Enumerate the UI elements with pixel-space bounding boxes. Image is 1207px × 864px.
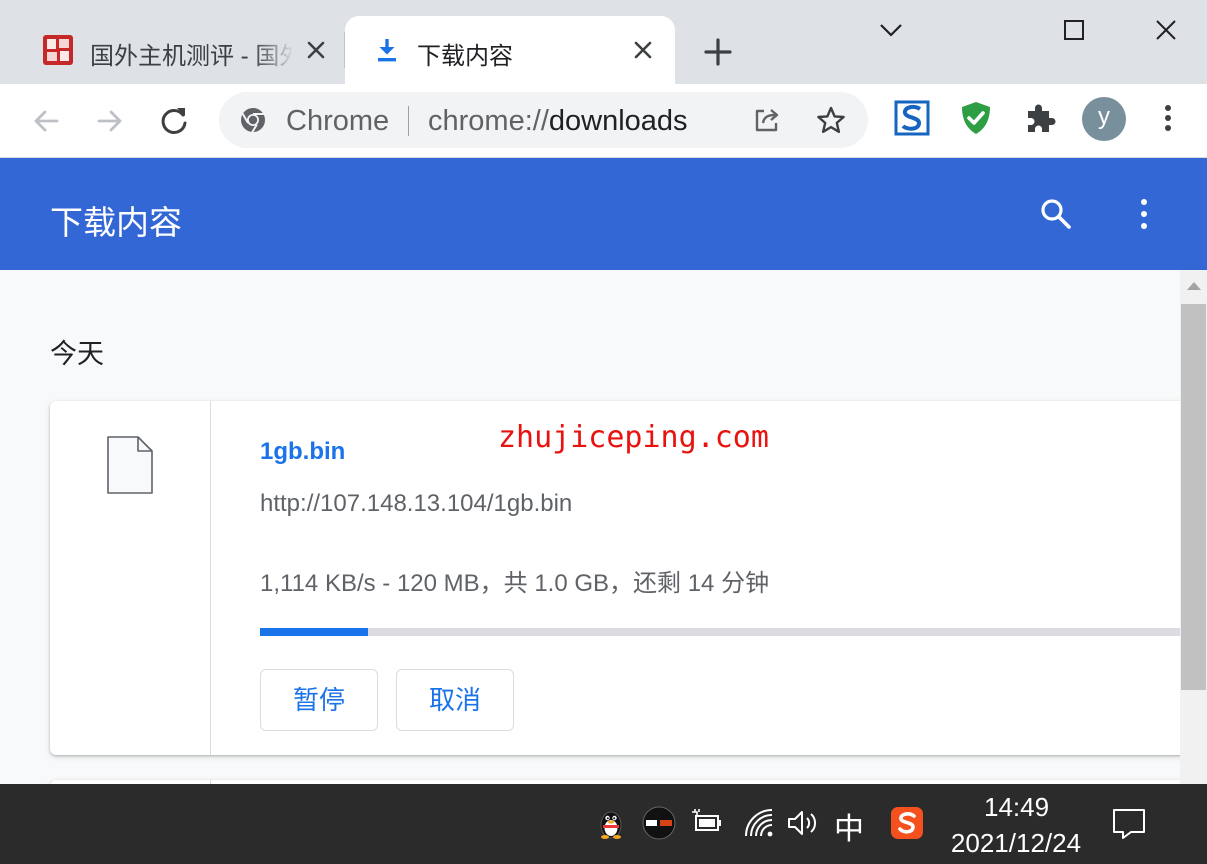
more-vertical-icon[interactable] [1150, 100, 1186, 136]
tab-title: 国外主机测评 - 国外 [90, 43, 294, 70]
progress-fill [260, 628, 368, 636]
cancel-button[interactable]: 取消 [396, 669, 514, 731]
scrollbar-thumb[interactable] [1181, 304, 1206, 690]
ime-language-indicator[interactable]: 中 [834, 804, 864, 848]
tab-downloads[interactable]: 下载内容 [345, 16, 675, 84]
share-icon[interactable] [751, 104, 783, 136]
page-scrollbar[interactable] [1180, 270, 1207, 784]
notification-center-icon[interactable] [1111, 806, 1147, 842]
extensions-puzzle-icon[interactable] [1022, 100, 1058, 136]
omnibox-separator [408, 106, 409, 136]
reload-icon[interactable] [157, 104, 191, 138]
profile-avatar[interactable]: y [1082, 97, 1126, 141]
card-divider [210, 401, 211, 755]
tab-title: 下载内容 [417, 43, 513, 70]
sogou-input-icon[interactable] [890, 806, 924, 840]
close-icon[interactable] [302, 36, 330, 64]
more-vertical-icon[interactable] [1128, 196, 1160, 232]
forward-arrow-icon[interactable] [93, 104, 127, 138]
zhuji-app-icon[interactable] [642, 806, 676, 840]
wifi-icon[interactable] [742, 806, 776, 840]
download-progress-bar [260, 628, 1180, 636]
new-tab-plus-icon[interactable] [700, 34, 736, 70]
tab-strip: 国外主机测评 - 国外 下载内容 [0, 0, 1207, 84]
site-chip-label: Chrome [286, 105, 390, 137]
back-arrow-icon[interactable] [29, 104, 63, 138]
tab-zhujiceping[interactable]: 国外主机测评 - 国外 [0, 16, 345, 84]
maximize-icon[interactable] [1054, 10, 1094, 50]
file-source-url[interactable]: http://107.148.13.104/1gb.bin [260, 490, 572, 518]
chevron-down-icon[interactable] [871, 10, 911, 50]
shield-check-icon[interactable] [958, 100, 994, 136]
window-close-icon[interactable] [1146, 10, 1186, 50]
scroll-up-arrow-icon[interactable] [1187, 282, 1201, 290]
url-text[interactable]: chrome://downloads [428, 105, 688, 138]
chrome-logo-icon [239, 106, 267, 134]
taskbar-time[interactable]: 14:49 [984, 792, 1049, 823]
date-group-label: 今天 [50, 339, 104, 369]
downloads-header: 下载内容 [0, 158, 1207, 270]
watermark-text: zhujiceping.com [498, 420, 769, 455]
windows-taskbar: 中 14:49 2021/12/24 [0, 784, 1207, 864]
file-name-link[interactable]: 1gb.bin [260, 438, 345, 466]
download-status: 1,114 KB/s - 120 MB，共 1.0 GB，还剩 14 分钟 [260, 570, 770, 597]
qq-penguin-icon[interactable] [594, 806, 628, 840]
page-title: 下载内容 [50, 204, 182, 241]
taskbar-date[interactable]: 2021/12/24 [948, 828, 1084, 859]
address-bar[interactable]: Chrome chrome://downloads [219, 92, 868, 148]
close-icon[interactable] [629, 36, 657, 64]
volume-speaker-icon[interactable] [786, 806, 820, 840]
file-icon [106, 435, 154, 495]
battery-plug-icon[interactable] [690, 806, 724, 840]
search-icon[interactable] [1038, 196, 1074, 232]
pause-button[interactable]: 暂停 [260, 669, 378, 731]
download-icon [373, 36, 401, 64]
browser-toolbar: Chrome chrome://downloads y [0, 84, 1207, 158]
bookmark-star-icon[interactable] [815, 104, 847, 136]
url-scheme: chrome:// [428, 105, 549, 137]
s-extension-icon[interactable] [894, 100, 930, 136]
downloads-list: 今天 1gb.bin http://107.148.13.104/1gb.bin… [0, 270, 1180, 784]
zhujiceping-favicon [42, 34, 74, 66]
url-host: downloads [548, 105, 688, 137]
